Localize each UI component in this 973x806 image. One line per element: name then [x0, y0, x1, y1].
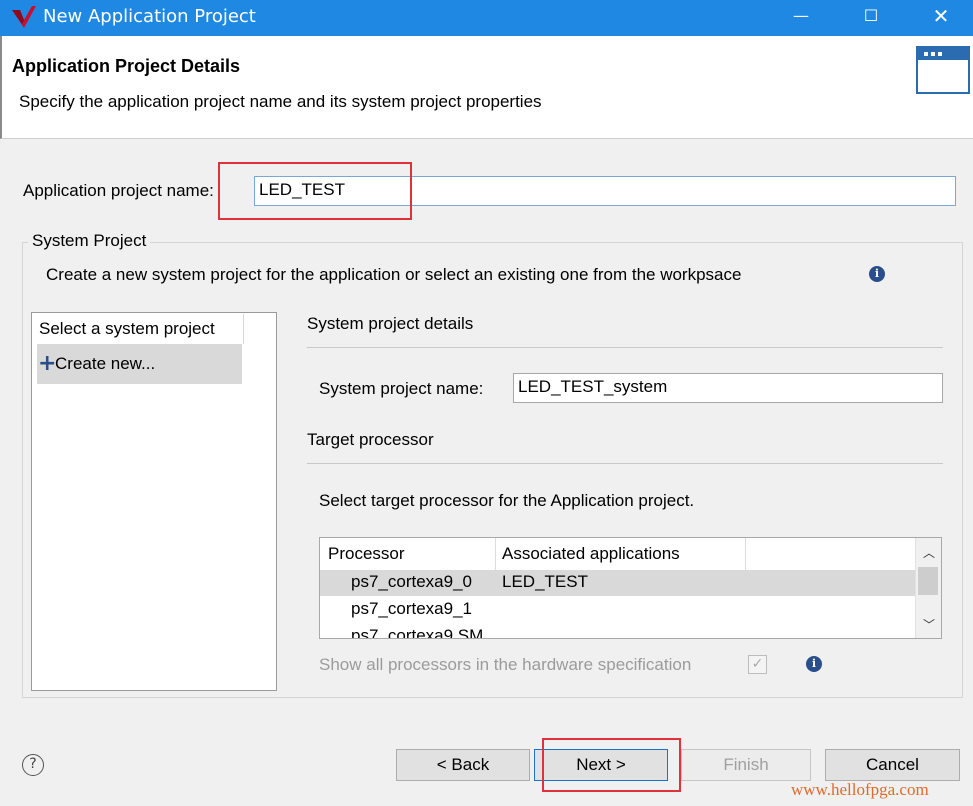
show-all-processors-label: Show all processors in the hardware spec…	[319, 655, 692, 674]
column-divider	[745, 538, 746, 570]
highlight-box-app-name	[218, 162, 412, 220]
processor-cell: ps7_cortexa9 SM	[351, 626, 484, 639]
target-processor-description: Select target processor for the Applicat…	[319, 491, 695, 510]
divider	[307, 347, 943, 348]
system-name-input[interactable]: LED_TEST_system	[513, 373, 943, 403]
info-icon[interactable]: i	[806, 656, 822, 672]
show-all-processors-checkbox[interactable]: ✓	[748, 655, 767, 674]
divider	[307, 463, 943, 464]
watermark: www.hellofpga.com	[791, 780, 929, 799]
window-wizard-icon	[916, 46, 970, 94]
system-name-label: System project name:	[319, 379, 484, 398]
app-name-label: Application project name:	[23, 181, 214, 200]
column-header-associated-applications[interactable]: Associated applications	[502, 544, 680, 564]
list-header-divider	[243, 314, 244, 344]
maximize-button[interactable]: ☐	[848, 0, 894, 32]
table-row[interactable]: ps7_cortexa9_0 LED_TEST	[320, 570, 916, 596]
highlight-box-next	[542, 738, 681, 792]
table-row[interactable]: ps7_cortexa9_1	[320, 597, 916, 623]
page-description: Specify the application project name and…	[19, 92, 542, 111]
help-icon[interactable]: ?	[22, 754, 44, 776]
target-processor-title: Target processor	[307, 430, 434, 449]
finish-button: Finish	[681, 749, 811, 781]
window-title: New Application Project	[43, 6, 256, 27]
table-row[interactable]: ps7_cortexa9 SM	[320, 624, 916, 639]
chevron-up-icon[interactable]: ︿	[916, 542, 941, 564]
system-project-list-header: Select a system project	[39, 319, 215, 338]
info-icon[interactable]: i	[869, 266, 885, 282]
processor-cell: ps7_cortexa9_1	[351, 599, 472, 618]
close-button[interactable]: ✕	[918, 0, 964, 32]
vitis-logo-icon	[12, 6, 36, 28]
table-scrollbar[interactable]: ︿ ﹀	[915, 538, 941, 638]
plus-icon: +	[38, 351, 57, 376]
system-project-details-title: System project details	[307, 314, 474, 333]
processor-table[interactable]: Processor Associated applications ps7_co…	[319, 537, 942, 639]
minimize-button[interactable]: —	[778, 0, 824, 32]
list-item-label: Create new...	[55, 354, 156, 373]
associated-apps-cell: LED_TEST	[502, 572, 588, 591]
back-button[interactable]: < Back	[396, 749, 530, 781]
column-header-processor[interactable]: Processor	[328, 544, 405, 564]
system-project-legend: System Project	[28, 231, 151, 251]
system-project-description: Create a new system project for the appl…	[46, 265, 742, 284]
column-divider	[495, 538, 496, 570]
processor-cell: ps7_cortexa9_0	[351, 572, 472, 591]
header-banner	[0, 36, 973, 139]
scrollbar-thumb[interactable]	[918, 567, 938, 595]
cancel-button[interactable]: Cancel	[825, 749, 960, 781]
chevron-down-icon[interactable]: ﹀	[916, 614, 941, 636]
page-title: Application Project Details	[12, 56, 241, 76]
